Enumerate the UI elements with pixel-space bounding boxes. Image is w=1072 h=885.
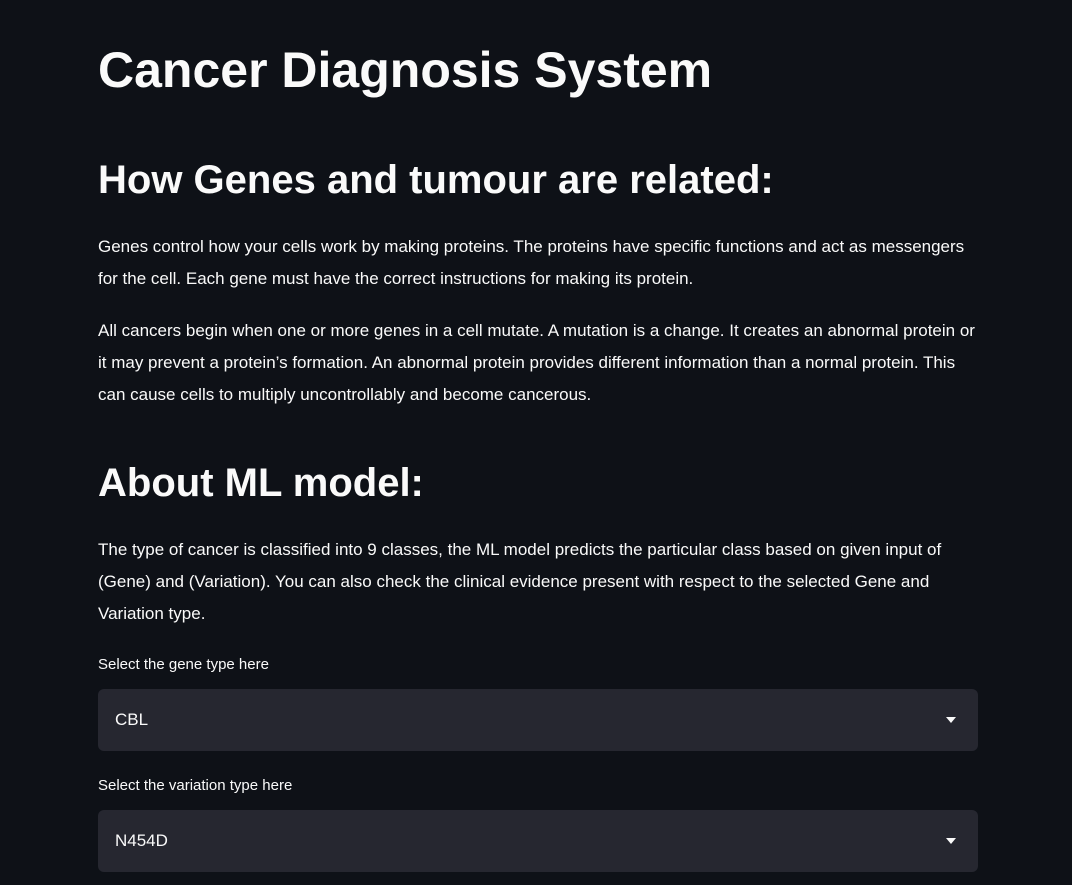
gene-select-label: Select the gene type here	[98, 656, 269, 673]
gene-select[interactable]: CBL	[98, 689, 978, 751]
caret-down-icon[interactable]	[946, 838, 956, 844]
genes-section-heading: How Genes and tumour are related:	[98, 158, 774, 202]
variation-select-label: Select the variation type here	[98, 777, 293, 794]
genes-paragraph-1: Genes control how your cells work by mak…	[98, 237, 965, 288]
model-paragraph: The type of cancer is classified into 9 …	[98, 540, 942, 623]
caret-down-icon[interactable]	[946, 717, 956, 723]
genes-paragraph-2: All cancers begin when one or more genes…	[98, 321, 975, 404]
variation-select-value: N454D	[115, 831, 168, 850]
gene-select-value: CBL	[115, 710, 149, 729]
model-section-heading: About ML model:	[98, 461, 424, 505]
variation-select[interactable]: N454D	[98, 810, 978, 872]
page-title: Cancer Diagnosis System	[98, 42, 713, 98]
